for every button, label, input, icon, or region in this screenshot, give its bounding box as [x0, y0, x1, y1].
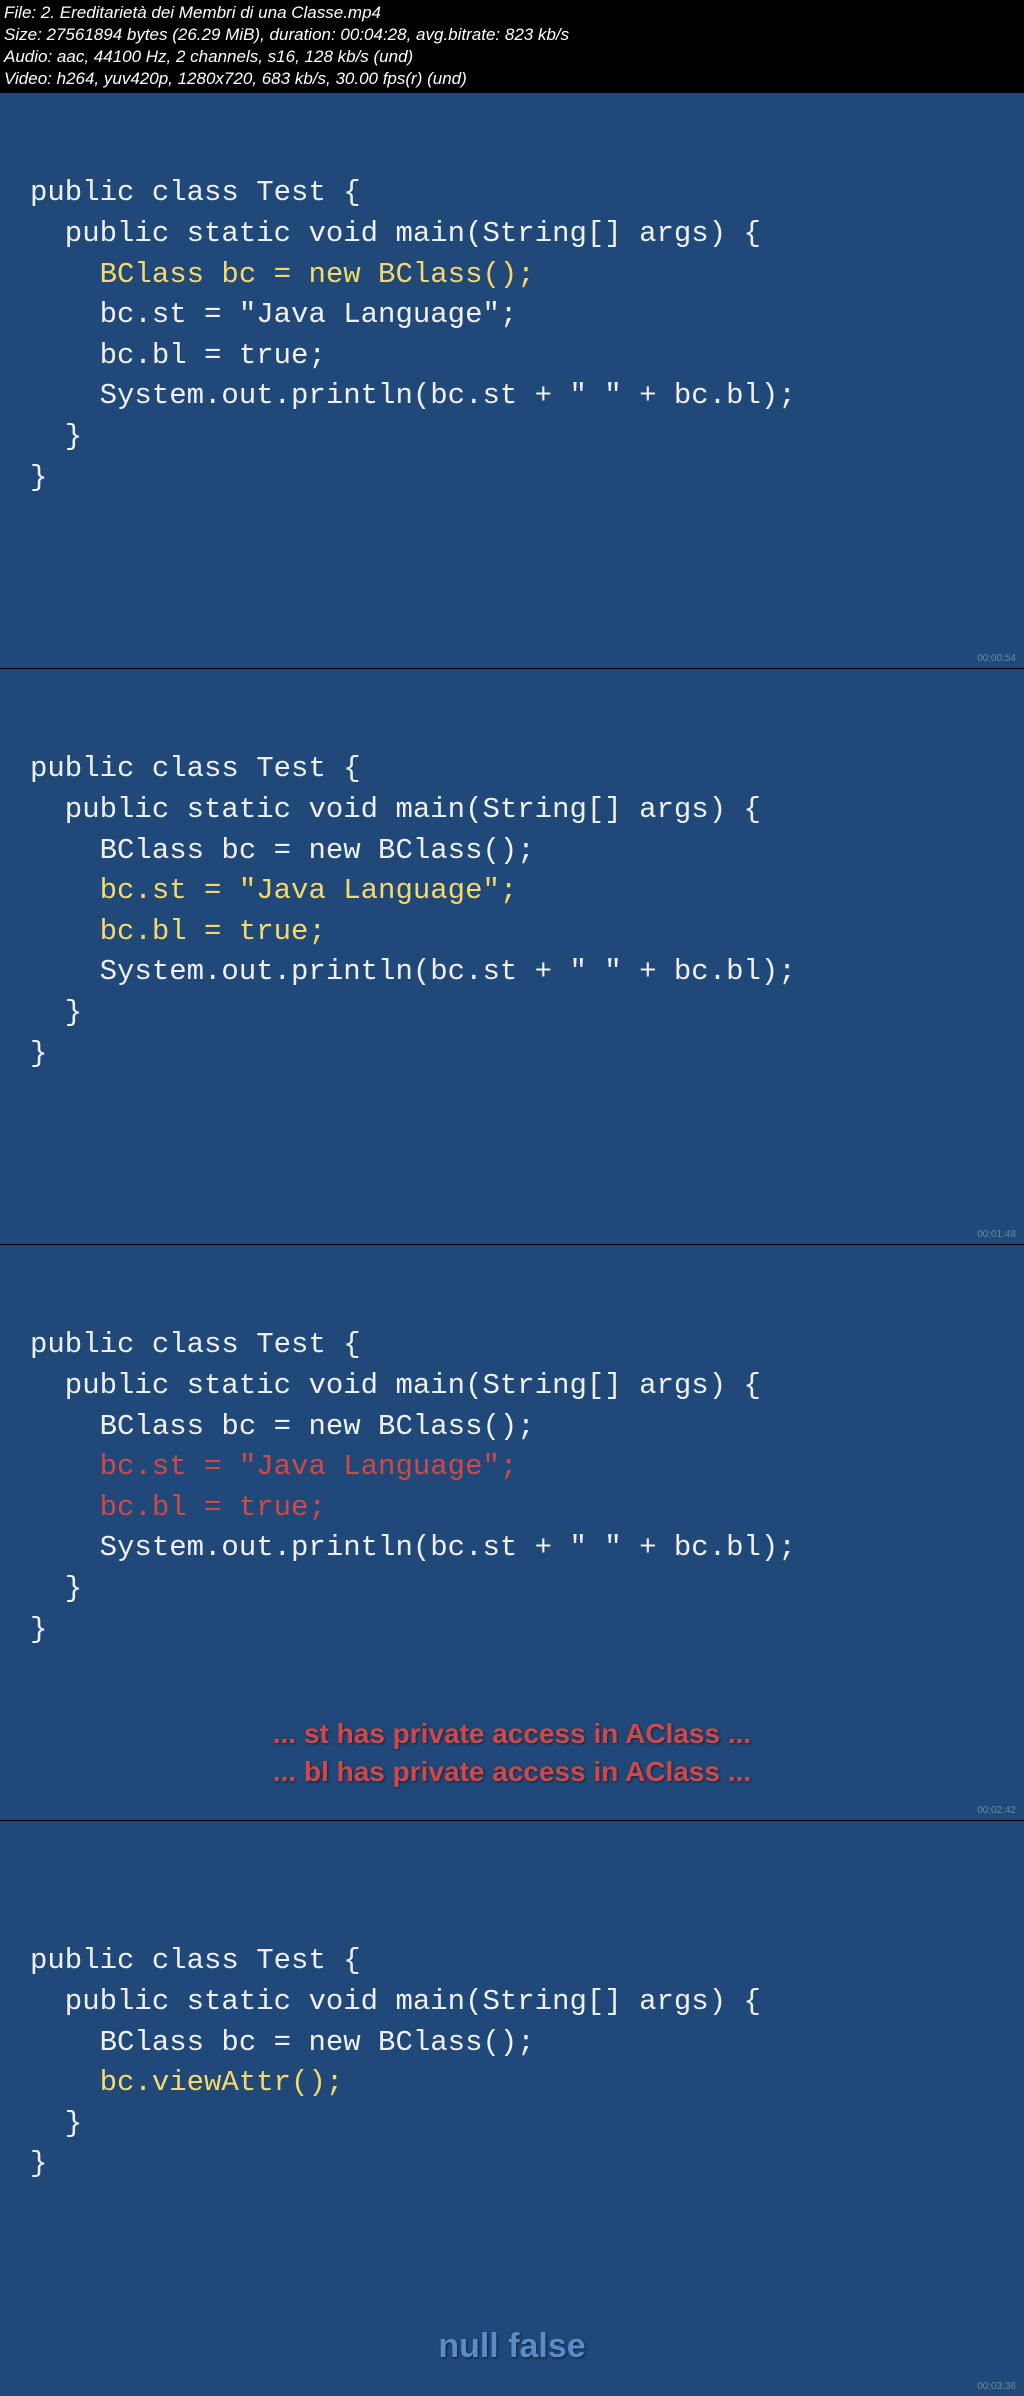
frame-timestamp: 00:01:48	[977, 1229, 1016, 1240]
code-line: public static void main(String[] args) {	[30, 217, 761, 250]
code-line: }	[30, 996, 82, 1029]
code-line: public class Test {	[30, 1944, 361, 1977]
code-line: public static void main(String[] args) {	[30, 793, 761, 826]
code-line: }	[30, 1572, 82, 1605]
code-line: BClass bc = new BClass();	[30, 834, 535, 867]
code-line-highlighted: bc.viewAttr();	[30, 2066, 343, 2099]
code-line: bc.bl = true;	[30, 339, 326, 372]
video-frame-1: public class Test { public static void m…	[0, 92, 1024, 668]
code-line-highlighted: bc.bl = true;	[30, 915, 326, 948]
code-line: System.out.println(bc.st + " " + bc.bl);	[30, 955, 796, 988]
error-line: ... bl has private access in AClass ...	[0, 1753, 1024, 1791]
code-line: BClass bc = new BClass();	[30, 1410, 535, 1443]
frame-timestamp: 00:03:36	[977, 2381, 1016, 2392]
compiler-error-message: ... st has private access in AClass ... …	[0, 1715, 1024, 1791]
code-line: public static void main(String[] args) {	[30, 1985, 761, 2018]
code-line: public class Test {	[30, 1328, 361, 1361]
code-block: public class Test { public static void m…	[30, 173, 796, 498]
code-line: bc.st = "Java Language";	[30, 298, 517, 331]
video-frame-4: public class Test { public static void m…	[0, 1820, 1024, 2396]
frame-timestamp: 00:02:42	[977, 1805, 1016, 1816]
code-line: public class Test {	[30, 176, 361, 209]
code-line-highlighted: bc.st = "Java Language";	[30, 874, 517, 907]
code-block: public class Test { public static void m…	[30, 749, 796, 1074]
meta-size: Size: 27561894 bytes (26.29 MiB), durati…	[4, 24, 1020, 46]
meta-audio: Audio: aac, 44100 Hz, 2 channels, s16, 1…	[4, 46, 1020, 68]
code-line-highlighted: BClass bc = new BClass();	[30, 258, 535, 291]
code-line-error: bc.bl = true;	[30, 1491, 326, 1524]
video-frame-3: public class Test { public static void m…	[0, 1244, 1024, 1820]
code-block: public class Test { public static void m…	[30, 1941, 761, 2185]
error-line: ... st has private access in AClass ...	[0, 1715, 1024, 1753]
code-line: public class Test {	[30, 752, 361, 785]
code-line: System.out.println(bc.st + " " + bc.bl);	[30, 379, 796, 412]
code-line: }	[30, 420, 82, 453]
code-line: }	[30, 461, 47, 494]
code-line: }	[30, 2107, 82, 2140]
meta-file: File: 2. Ereditarietà dei Membri di una …	[4, 2, 1020, 24]
program-output: null false	[0, 2327, 1024, 2366]
code-line: }	[30, 1613, 47, 1646]
code-line: public static void main(String[] args) {	[30, 1369, 761, 1402]
code-line: System.out.println(bc.st + " " + bc.bl);	[30, 1531, 796, 1564]
code-line-error: bc.st = "Java Language";	[30, 1450, 517, 1483]
code-line: BClass bc = new BClass();	[30, 2026, 535, 2059]
meta-video: Video: h264, yuv420p, 1280x720, 683 kb/s…	[4, 68, 1020, 90]
video-metadata-header: File: 2. Ereditarietà dei Membri di una …	[0, 0, 1024, 92]
code-block: public class Test { public static void m…	[30, 1325, 796, 1650]
code-line: }	[30, 1037, 47, 1070]
video-frame-2: public class Test { public static void m…	[0, 668, 1024, 1244]
code-line: }	[30, 2147, 47, 2180]
frame-timestamp: 00:00:54	[977, 653, 1016, 664]
